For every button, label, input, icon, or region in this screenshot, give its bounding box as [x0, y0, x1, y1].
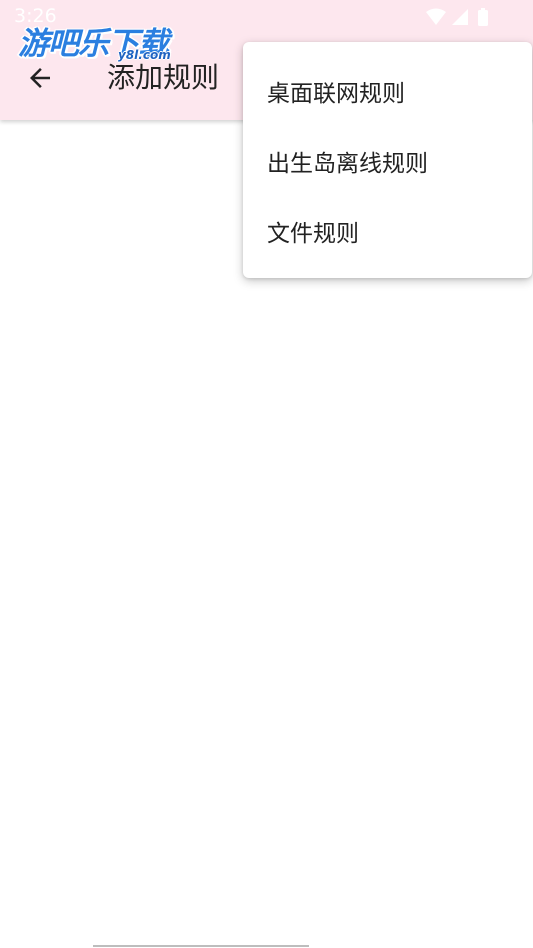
page-title: 添加规则 [107, 61, 220, 94]
home-indicator[interactable] [93, 945, 309, 947]
screen: 3:26 游吧乐下载 y8l.com 添加规则 桌面联网规则 出生岛离线规则 文… [0, 0, 533, 948]
menu-item-file-rule[interactable]: 文件规则 [243, 196, 532, 266]
status-icons [426, 8, 488, 26]
arrow-left-icon [30, 68, 50, 88]
menu-item-island-offline-rule[interactable]: 出生岛离线规则 [243, 126, 532, 196]
signal-icon [452, 9, 468, 25]
back-button[interactable] [16, 54, 64, 102]
wifi-icon [426, 8, 446, 25]
overflow-menu: 桌面联网规则 出生岛离线规则 文件规则 [243, 42, 532, 278]
menu-item-desktop-network-rule[interactable]: 桌面联网规则 [243, 56, 532, 126]
battery-icon [478, 8, 488, 26]
